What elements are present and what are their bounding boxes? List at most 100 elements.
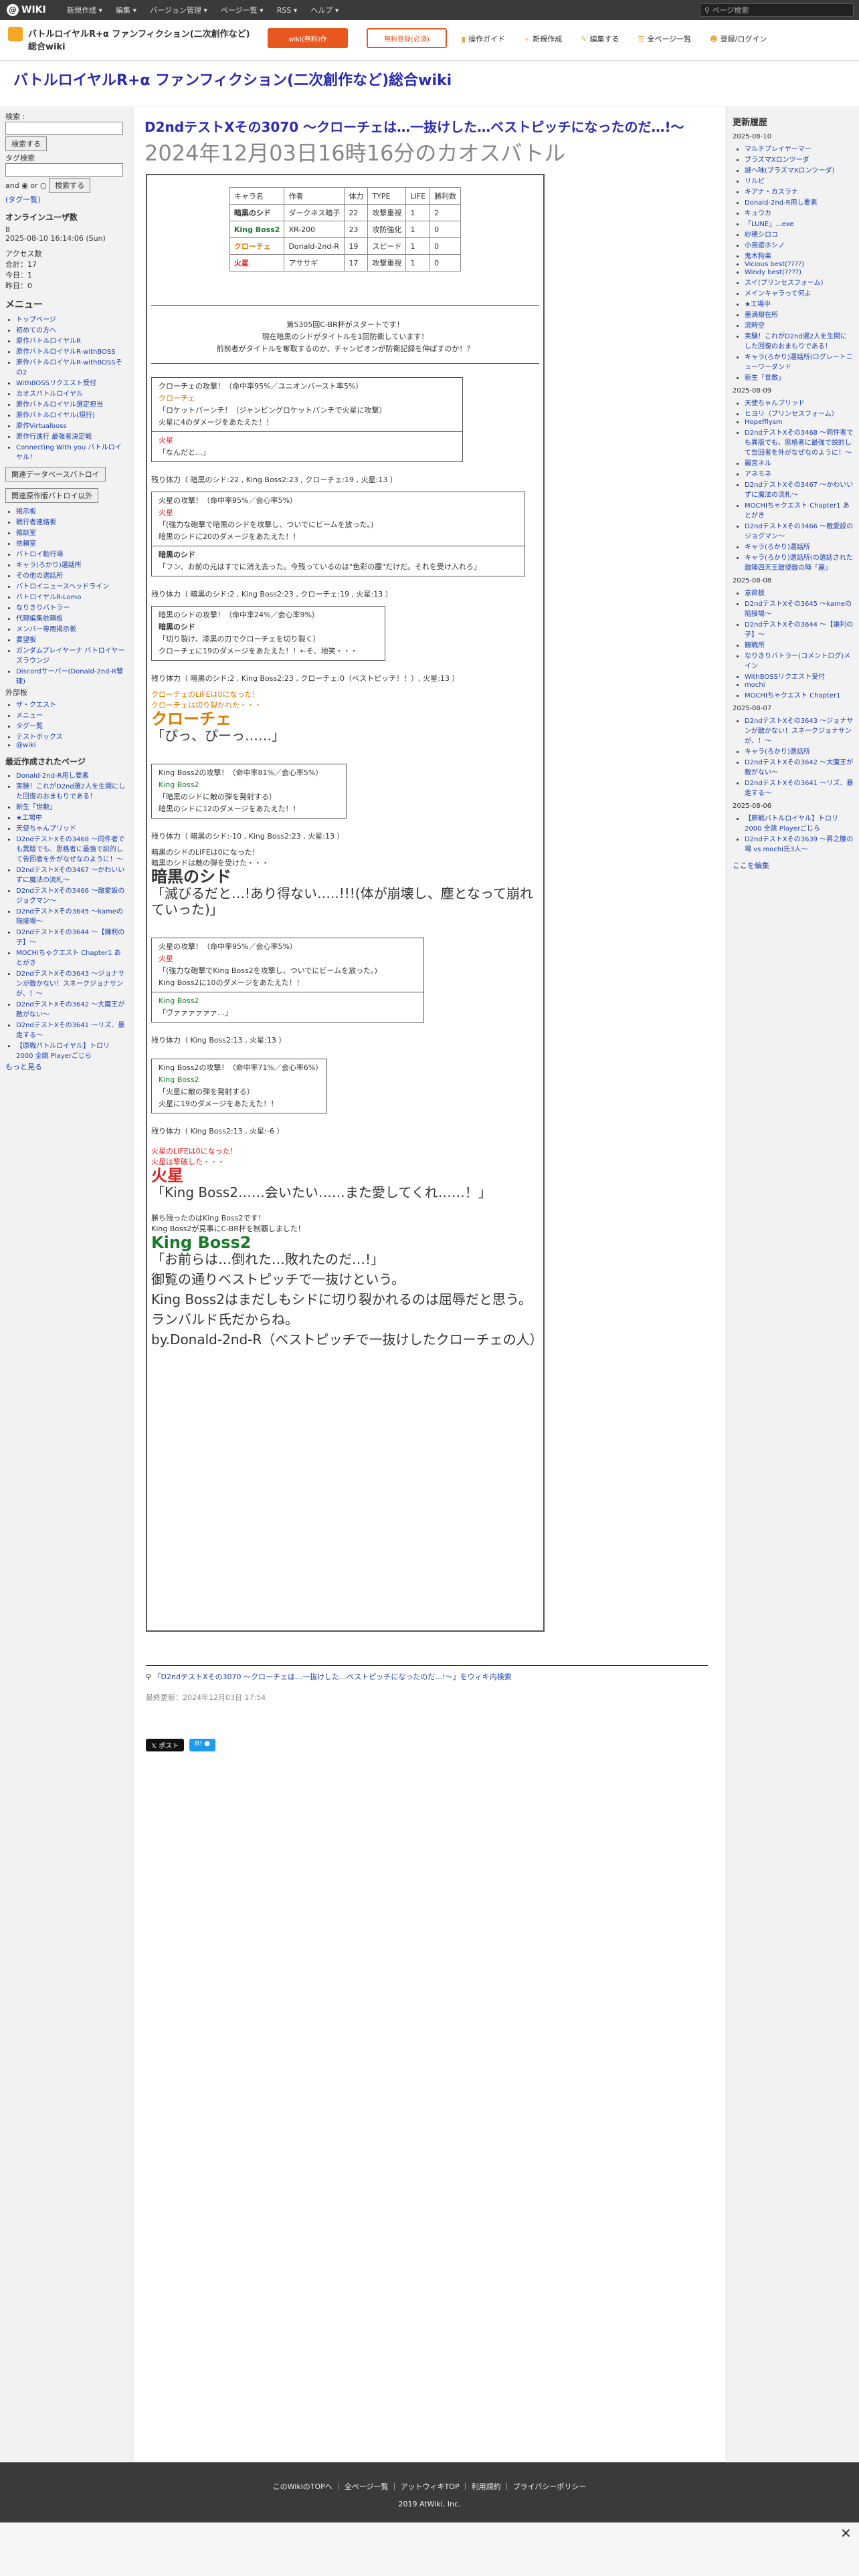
footer-link-top[interactable]: このWikiのTOPへ [273,2482,332,2491]
history-item[interactable]: WithBOSSリクエスト受付 [745,671,854,681]
recent-item[interactable]: D2ndテストXその3645 〜kameの陥接場〜 [16,905,126,926]
menu-item-link[interactable]: 原作バトルロイヤルR [16,338,81,345]
history-item-link[interactable]: キュウカ [745,210,771,217]
history-item-link[interactable]: D2ndテストXその3641 〜リズ、暴走する〜 [745,780,853,797]
menu-item-link[interactable]: 原作バトルロイヤルR-withBOSS [16,348,116,356]
menu-item[interactable]: WithBOSSリクエスト受付 [16,377,126,387]
history-item-link[interactable]: 「LUNE」...exe [745,221,793,228]
external-item-link[interactable]: @wiki [16,742,36,749]
history-item-link[interactable]: Vicious best(????) [745,261,804,268]
tag-list-link[interactable]: (タグ一覧) [5,195,41,204]
sub-menu-item[interactable]: 掲示板 [16,506,126,516]
recent-item-link[interactable]: 【原戦バトルロイヤル】トロリ2000 全跳 Playerごじら [16,1043,110,1060]
history-item-link[interactable]: 流時空 [745,322,765,330]
history-item[interactable]: D2ndテストXその3644 〜【嫌利の子】〜 [745,619,854,639]
history-item[interactable]: 【原戦バトルロイヤル】トロリ2000 全跳 Playerごじら [745,813,854,833]
sub-menu-item[interactable]: メンバー専用掲示板 [16,623,126,633]
history-item-link[interactable]: 麗宮ネル [745,460,771,467]
history-item-link[interactable]: スイ(プリンセスフォーム) [745,280,824,287]
related-db-button[interactable]: 関連データベースバトロイ [5,467,106,481]
history-item[interactable]: mochi [745,681,854,689]
nav-new[interactable]: + 新規作成 [524,33,562,44]
history-item[interactable]: D2ndテストXその3466 〜敵愛設のジョグマン〜 [745,520,854,540]
sub-menu-item-link[interactable]: Discordサーバー(Donald-2nd-R管理) [16,668,123,685]
sub-menu-item-link[interactable]: その他の選話所 [16,572,63,580]
history-item[interactable]: スイ(プリンセスフォーム) [745,277,854,287]
history-item[interactable]: キャラ(ろかり)選話所(ログレートニューワーダンド [745,351,854,371]
recent-item-link[interactable]: D2ndテストXその3467 〜かわいいずに魔法の流札〜 [16,867,124,884]
wiki-search-link[interactable]: ⚲ 「D2ndテストXその3070 〜クローチェは…一抜けした…ベストピッチにな… [146,1665,708,1682]
menu-item[interactable]: 初めての方へ [16,324,126,334]
edit-here-link[interactable]: ここを編集 [733,861,769,870]
menu-item[interactable]: カオスバトルロイヤル [16,388,126,398]
history-item[interactable]: D2ndテストXその3645 〜kameの陥接場〜 [745,598,854,618]
external-item-link[interactable]: テストボックス [16,734,63,741]
menu-item[interactable]: 原作行進行 最強者決定戦 [16,431,126,441]
history-item[interactable]: キャラ(ろかり)選話所 [745,746,854,756]
sidebar-search-input[interactable] [5,122,123,135]
recent-item-link[interactable]: D2ndテストXその3468 〜同件者でも異版でも、思格者に最強で説的して告回者… [16,836,124,863]
sub-menu-item[interactable]: バトロイヤルR-Lomo [16,591,126,601]
sub-menu-item-link[interactable]: なりきりバトラー [16,605,70,612]
menu-item[interactable]: 原作バトルロイヤル(現行) [16,409,126,419]
menu-version[interactable]: バージョン管理 ▾ [143,5,214,15]
page-search-input[interactable]: ⚲ ページ検索 [700,3,854,17]
history-item[interactable]: 意欲板 [745,587,854,597]
footer-link-allpages[interactable]: 全ページ一覧 [345,2482,389,2491]
history-item-link[interactable]: 謎へ味(ブラズマXロンツーダ) [745,167,834,175]
history-item-link[interactable]: キャラ(ろかり)選話所 [745,748,810,756]
external-item[interactable]: メニュー [16,710,126,720]
history-item[interactable]: ★工場中 [745,298,854,308]
history-item-link[interactable]: キャラ(ろかり)選話所 [745,544,810,551]
history-item[interactable]: D2ndテストXその3468 〜同件者でも異版でも、思格者に最強で説的して告回者… [745,427,854,457]
menu-item-link[interactable]: 原作バトルロイヤルR-withBOSSその2 [16,359,122,377]
x-post-button[interactable]: 𝕏 ポスト [146,1739,185,1751]
recent-item-link[interactable]: ★工場中 [16,815,42,822]
history-item-link[interactable]: Windy best(????) [745,269,801,276]
history-item[interactable]: なりきりバトラー(コメントログ)メイン [745,650,854,670]
recent-item-link[interactable]: D2ndテストXその3643 〜ジョナサンが敵かない！スネークジョナサンが、！〜 [16,970,124,998]
sub-menu-item[interactable]: 依頼室 [16,538,126,548]
wiki-name[interactable]: バトルロイヤルR+α ファンフィクション(二次創作など)総合wiki [8,27,256,52]
history-item-link[interactable]: キアナ・カスラナ [745,189,798,196]
history-item-link[interactable]: なりきりバトラー(コメントログ)メイン [745,653,850,670]
history-item-link[interactable]: 意欲板 [745,590,765,597]
more-recent-link[interactable]: もっと見る [5,1063,42,1071]
recent-item[interactable]: D2ndテストXその3644 〜【嫌利の子】〜 [16,926,126,946]
history-item[interactable]: キャラ(ろかり)選話所(の選話された敵陣四天王敵侵敵の陣「麗」 [745,552,854,572]
and-or-radio[interactable]: and ◉ or ○ [5,181,47,190]
sub-menu-item-link[interactable]: バトロイ勧行場 [16,551,63,558]
history-item[interactable]: リルビ [745,175,854,185]
sidebar-search-button[interactable]: 検索する [5,136,47,151]
history-item[interactable]: 実験！これがD2nd選2人を生開にした回復のおまもりである！ [745,330,854,350]
register-button[interactable]: 無料登録(必須) [367,28,447,48]
history-item-link[interactable]: 実験！これがD2nd選2人を生開にした回復のおまもりである！ [745,333,847,350]
history-item[interactable]: 紗穂シロコ [745,229,854,239]
recent-item[interactable]: 天使ちゃんプリッド [16,823,126,833]
recent-item-link[interactable]: 新生「世敷」 [16,804,56,811]
history-item-link[interactable]: 【原戦バトルロイヤル】トロリ2000 全跳 Playerごじら [745,815,838,833]
sub-menu-item[interactable]: その他の選話所 [16,570,126,580]
history-item[interactable]: 観戦所 [745,639,854,649]
history-item-link[interactable]: 紗穂シロコ [745,231,778,239]
recent-item-link[interactable]: Donald-2nd-R用し要素 [16,772,89,780]
history-item-link[interactable]: D2ndテストXその3643 〜ジョナサンが敵かない！スネークジョナサンが、！〜 [745,718,853,745]
sub-menu-item[interactable]: 代理編集依頼板 [16,613,126,623]
recent-item-link[interactable]: 天使ちゃんプリッド [16,825,76,833]
recent-item[interactable]: D2ndテストXその3466 〜敵愛設のジョグマン〜 [16,885,126,905]
sub-menu-item-link[interactable]: キャラ(ろかり)選話所 [16,562,82,569]
recent-item[interactable]: D2ndテストXその3467 〜かわいいずに魔法の流札〜 [16,864,126,884]
history-item[interactable]: 新生「世敷」 [745,372,854,382]
nav-guide[interactable]: ▮ 操作ガイド [462,33,505,44]
history-item-link[interactable]: ブラズマXロンツーダ [745,156,809,164]
history-item-link[interactable]: アネモネ [745,471,771,478]
close-icon[interactable]: ✕ [840,2525,852,2541]
history-item[interactable]: キアナ・カスラナ [745,186,854,196]
nav-allpages[interactable]: ☰ 全ページ一覧 [638,33,692,44]
sub-menu-item-link[interactable]: 戦行者連絡板 [16,519,56,526]
history-item-link[interactable]: D2ndテストXその3466 〜敵愛設のジョグマン〜 [745,523,853,540]
history-item[interactable]: キャラ(ろかり)選話所 [745,541,854,551]
sub-menu-item-link[interactable]: 代理編集依頼板 [16,615,63,623]
history-item-link[interactable]: D2ndテストXその3639 〜昇之腰の場 vs mochi氏3人〜 [745,836,853,853]
sub-menu-item[interactable]: バトロイ勧行場 [16,548,126,558]
